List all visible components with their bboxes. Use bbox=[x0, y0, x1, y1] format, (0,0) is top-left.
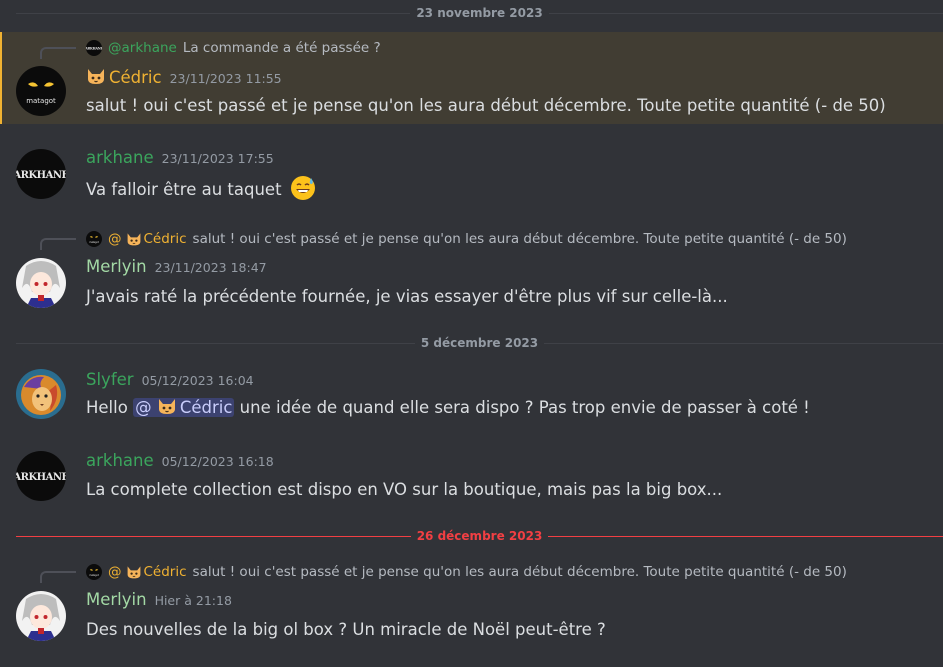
arkhane-mini-avatar-icon bbox=[86, 40, 102, 56]
message-content: salut ! oui c'est passé et je pense qu'o… bbox=[86, 96, 886, 115]
matagot-mini-avatar-icon bbox=[86, 564, 102, 580]
new-messages-divider: 26 décembre 2023 bbox=[16, 526, 943, 546]
user-mention[interactable]: @ Cédric bbox=[133, 396, 235, 417]
message-content: J'avais raté la précédente fournée, je v… bbox=[86, 287, 728, 306]
username[interactable]: arkhane bbox=[86, 148, 154, 167]
cat-icon bbox=[126, 231, 142, 247]
reply-spine bbox=[40, 571, 76, 583]
message-content: Des nouvelles de la big ol box ? Un mira… bbox=[86, 620, 606, 639]
date-divider: 5 décembre 2023 bbox=[16, 333, 943, 353]
matagot-mini-avatar-icon bbox=[86, 231, 102, 247]
reply-mention-name[interactable]: Cédric bbox=[144, 231, 187, 247]
cat-icon bbox=[157, 396, 177, 416]
date-divider: 23 novembre 2023 bbox=[16, 3, 943, 23]
timestamp[interactable]: 05/12/2023 16:04 bbox=[142, 373, 254, 388]
message-item[interactable]: Slyfer 05/12/2023 16:04 Hello @ Cédric u… bbox=[0, 360, 943, 428]
timestamp[interactable]: 23/11/2023 18:47 bbox=[155, 260, 267, 275]
timestamp[interactable]: 05/12/2023 16:18 bbox=[162, 454, 274, 469]
username[interactable]: Slyfer bbox=[86, 370, 134, 389]
date-divider-label: 23 novembre 2023 bbox=[416, 6, 543, 20]
merlyin-avatar-icon[interactable] bbox=[16, 591, 66, 641]
reply-preview[interactable]: @ Cédric salut ! oui c'est passé et je p… bbox=[86, 563, 847, 581]
message-content: Hello @ Cédric une idée de quand elle se… bbox=[86, 396, 810, 417]
date-divider-label: 5 décembre 2023 bbox=[420, 336, 539, 350]
username[interactable]: arkhane bbox=[86, 451, 154, 470]
arkhane-avatar-icon[interactable] bbox=[16, 149, 66, 199]
sweat-smile-emoji-icon[interactable] bbox=[290, 175, 316, 201]
reply-text: salut ! oui c'est passé et je pense qu'o… bbox=[192, 564, 847, 580]
reply-text: La commande a été passée ? bbox=[182, 40, 381, 56]
reply-preview[interactable]: @ Cédric salut ! oui c'est passé et je p… bbox=[86, 230, 847, 248]
message-item[interactable]: arkhane 23/11/2023 17:55 Va falloir être… bbox=[0, 140, 943, 204]
message-item[interactable]: @arkhane La commande a été passée ? Cédr… bbox=[0, 32, 943, 124]
message-item[interactable]: @ Cédric salut ! oui c'est passé et je p… bbox=[0, 557, 943, 657]
reply-mention[interactable]: @arkhane bbox=[108, 40, 177, 56]
reply-mention-name[interactable]: Cédric bbox=[144, 564, 187, 580]
slyfer-lion-avatar-icon[interactable] bbox=[16, 369, 66, 419]
message-item[interactable]: arkhane 05/12/2023 16:18 La complete col… bbox=[0, 442, 943, 508]
timestamp[interactable]: 23/11/2023 17:55 bbox=[162, 151, 274, 166]
username[interactable]: Merlyin bbox=[86, 257, 147, 276]
timestamp[interactable]: Hier à 21:18 bbox=[155, 593, 232, 608]
message-content: La complete collection est dispo en VO s… bbox=[86, 480, 723, 499]
date-divider-label: 26 décembre 2023 bbox=[416, 529, 543, 543]
message-content: Va falloir être au taquet bbox=[86, 175, 316, 199]
reply-spine bbox=[40, 238, 76, 250]
matagot-avatar-icon[interactable] bbox=[16, 66, 66, 116]
reply-text: salut ! oui c'est passé et je pense qu'o… bbox=[192, 231, 847, 247]
reply-preview[interactable]: @arkhane La commande a été passée ? bbox=[86, 39, 381, 57]
cat-icon bbox=[86, 66, 106, 86]
username[interactable]: Merlyin bbox=[86, 590, 147, 609]
cat-icon bbox=[126, 564, 142, 580]
username[interactable]: Cédric bbox=[86, 66, 162, 87]
reply-mention-at[interactable]: @ bbox=[108, 564, 122, 580]
timestamp[interactable]: 23/11/2023 11:55 bbox=[170, 71, 282, 86]
message-item[interactable]: @ Cédric salut ! oui c'est passé et je p… bbox=[0, 224, 943, 316]
reply-spine bbox=[40, 47, 76, 59]
arkhane-avatar-icon[interactable] bbox=[16, 451, 66, 501]
merlyin-avatar-icon[interactable] bbox=[16, 258, 66, 308]
reply-mention-at[interactable]: @ bbox=[108, 231, 122, 247]
